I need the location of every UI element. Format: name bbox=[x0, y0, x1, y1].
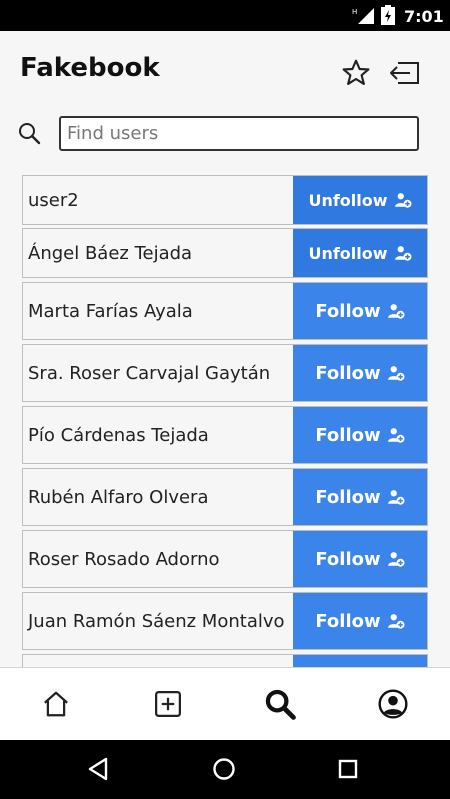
user-name[interactable]: Pío Cárdenas Tejada bbox=[28, 407, 209, 463]
bottom-nav bbox=[0, 667, 450, 740]
unfollow-button[interactable]: Unfollow bbox=[293, 229, 427, 277]
battery-icon bbox=[381, 5, 395, 25]
button-label: Follow bbox=[315, 362, 381, 384]
user-name[interactable]: Marta Farías Ayala bbox=[28, 283, 193, 339]
follow-button[interactable]: Follow bbox=[293, 593, 427, 649]
user-row: Marta Farías Ayala Follow bbox=[22, 282, 428, 340]
user-row bbox=[22, 654, 428, 667]
add-user-icon bbox=[387, 364, 405, 382]
user-row: Roser Rosado Adorno Follow bbox=[22, 530, 428, 588]
follow-button[interactable]: Follow bbox=[293, 407, 427, 463]
user-row: Sra. Roser Carvajal Gaytán Follow bbox=[22, 344, 428, 402]
search-nav-icon[interactable] bbox=[262, 686, 298, 722]
app-header: Fakebook bbox=[0, 31, 450, 105]
user-row: Ángel Báez Tejada Unfollow bbox=[22, 228, 428, 278]
profile-icon[interactable] bbox=[375, 686, 411, 722]
add-user-icon bbox=[387, 426, 405, 444]
user-row: Pío Cárdenas Tejada Follow bbox=[22, 406, 428, 464]
user-row: user2 Unfollow bbox=[22, 175, 428, 225]
search-icon bbox=[17, 121, 41, 149]
add-post-icon[interactable] bbox=[150, 686, 186, 722]
button-label: Unfollow bbox=[308, 243, 388, 263]
add-user-icon bbox=[387, 612, 405, 630]
user-row: Juan Ramón Sáenz Montalvo Follow bbox=[22, 592, 428, 650]
follow-button[interactable]: Follow bbox=[293, 345, 427, 401]
follow-button[interactable]: Follow bbox=[293, 469, 427, 525]
android-nav-bar bbox=[0, 740, 450, 799]
app-title: Fakebook bbox=[20, 53, 160, 83]
user-name[interactable]: Ángel Báez Tejada bbox=[28, 229, 192, 277]
clock: 7:01 bbox=[404, 7, 444, 26]
status-bar: H 7:01 bbox=[0, 0, 450, 31]
home-circle-icon[interactable] bbox=[211, 756, 237, 782]
search-bar bbox=[0, 112, 450, 156]
button-label: Follow bbox=[315, 300, 381, 322]
search-input[interactable] bbox=[59, 116, 419, 151]
add-user-icon bbox=[387, 488, 405, 506]
user-name[interactable]: Roser Rosado Adorno bbox=[28, 531, 220, 587]
button-label: Follow bbox=[315, 486, 381, 508]
user-name[interactable]: Juan Ramón Sáenz Montalvo bbox=[28, 593, 285, 649]
user-name[interactable]: user2 bbox=[28, 176, 79, 224]
add-user-icon bbox=[394, 191, 412, 209]
signal-icon: H bbox=[352, 8, 374, 24]
add-user-icon bbox=[394, 244, 412, 262]
svg-text:H: H bbox=[352, 8, 357, 16]
button-label: Follow bbox=[315, 424, 381, 446]
unfollow-button[interactable]: Unfollow bbox=[293, 176, 427, 224]
button-label: Unfollow bbox=[308, 190, 388, 210]
user-name[interactable]: Rubén Alfaro Olvera bbox=[28, 469, 208, 525]
follow-button[interactable] bbox=[293, 655, 427, 667]
home-icon[interactable] bbox=[38, 686, 74, 722]
user-row: Rubén Alfaro Olvera Follow bbox=[22, 468, 428, 526]
follow-button[interactable]: Follow bbox=[293, 531, 427, 587]
user-name[interactable]: Sra. Roser Carvajal Gaytán bbox=[28, 345, 270, 401]
add-user-icon bbox=[387, 302, 405, 320]
star-icon[interactable] bbox=[340, 57, 372, 93]
button-label: Follow bbox=[315, 548, 381, 570]
back-icon[interactable] bbox=[86, 756, 110, 782]
button-label: Follow bbox=[315, 610, 381, 632]
add-user-icon bbox=[387, 550, 405, 568]
follow-button[interactable]: Follow bbox=[293, 283, 427, 339]
logout-icon[interactable] bbox=[388, 57, 422, 93]
user-list: user2 Unfollow Ángel Báez Tejada Unfollow Ma… bbox=[22, 175, 428, 667]
recents-icon[interactable] bbox=[336, 756, 360, 782]
